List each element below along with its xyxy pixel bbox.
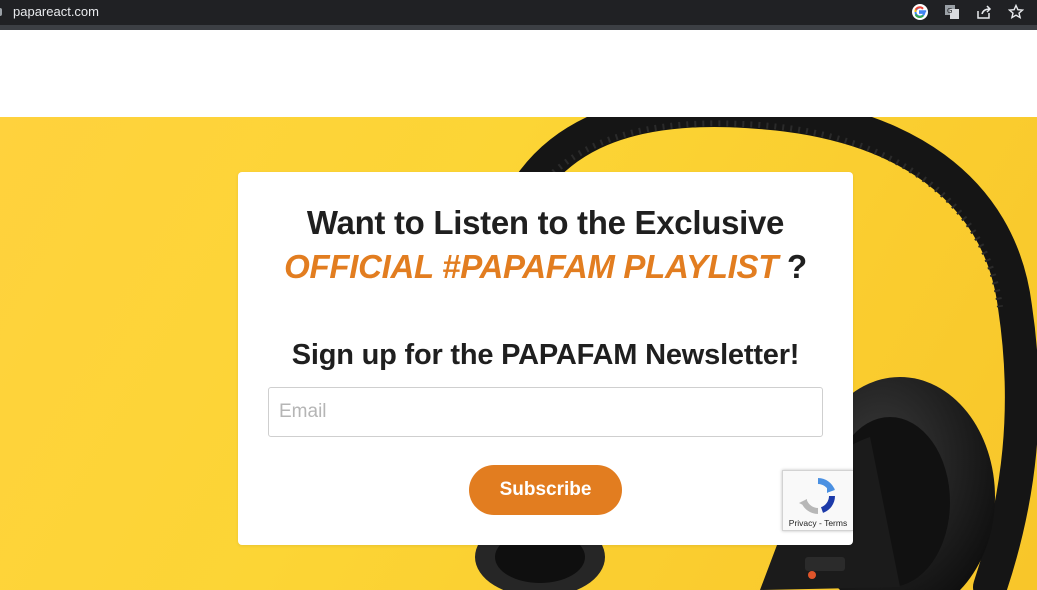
browser-bar: papareact.com G xyxy=(0,0,1037,25)
recaptcha-privacy-link[interactable]: Privacy xyxy=(789,518,817,528)
page-info-icon[interactable] xyxy=(0,8,2,16)
playlist-accent-text: OFFICIAL #PAPAFAM PLAYLIST xyxy=(284,248,779,285)
headline-question-mark: ? xyxy=(786,248,807,285)
recaptcha-links: Privacy - Terms xyxy=(783,518,853,528)
browser-toolbar-icons: G xyxy=(911,2,1025,22)
recaptcha-badge[interactable]: Privacy - Terms xyxy=(782,470,853,531)
newsletter-card: Want to Listen to the Exclusive OFFICIAL… xyxy=(238,172,853,545)
address-bar-url[interactable]: papareact.com xyxy=(13,4,99,19)
star-icon[interactable] xyxy=(1007,3,1025,21)
headline: Want to Listen to the Exclusive OFFICIAL… xyxy=(238,201,853,289)
recaptcha-terms-link[interactable]: Terms xyxy=(824,518,847,528)
google-icon[interactable] xyxy=(911,3,929,21)
email-field[interactable] xyxy=(268,387,823,437)
browser-bar-divider xyxy=(0,25,1037,30)
recaptcha-icon xyxy=(799,478,835,514)
newsletter-subheading: Sign up for the PAPAFAM Newsletter! xyxy=(291,339,800,371)
share-icon[interactable] xyxy=(975,3,993,21)
headline-line-1: Want to Listen to the Exclusive xyxy=(306,204,785,241)
translate-icon[interactable]: G xyxy=(943,3,961,21)
svg-text:G: G xyxy=(947,7,952,15)
recaptcha-separator: - xyxy=(816,518,825,528)
subscribe-button[interactable]: Subscribe xyxy=(469,465,622,515)
